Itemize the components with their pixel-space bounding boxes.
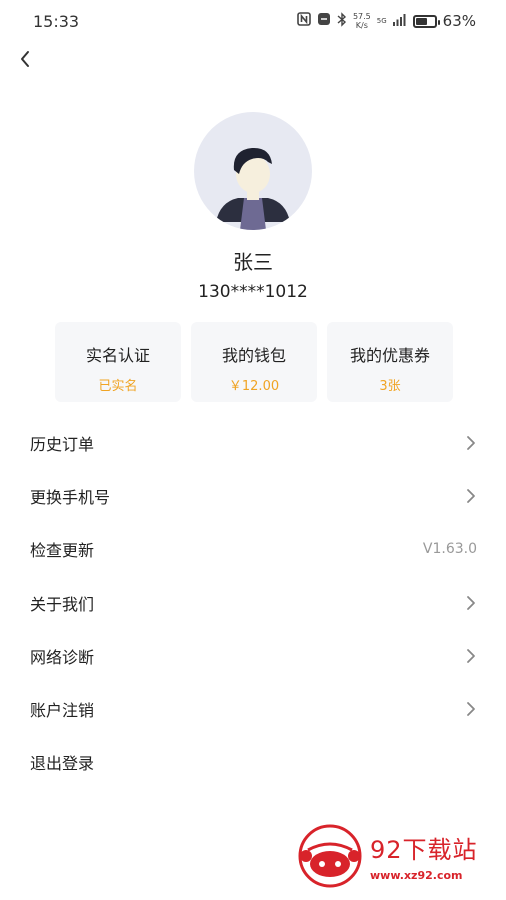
net-speed: 57.5 K/s <box>353 12 371 30</box>
chevron-right-icon <box>465 700 477 718</box>
menu-item-order-history[interactable]: 历史订单 <box>30 423 477 463</box>
user-avatar-icon <box>216 147 290 230</box>
chevron-right-icon <box>465 594 477 612</box>
quick-cards: 实名认证 已实名 我的钱包 ￥12.00 我的优惠券 3张 <box>55 322 453 402</box>
avatar[interactable] <box>194 112 312 230</box>
signal-type: 5G <box>376 16 387 25</box>
status-time: 15:33 <box>33 11 80 31</box>
menu-item-about-us[interactable]: 关于我们 <box>30 583 477 623</box>
coupons-card[interactable]: 我的优惠券 3张 <box>327 322 453 402</box>
status-icons: 57.5 K/s 5G 63% <box>297 11 476 31</box>
card-value: 已实名 <box>98 379 138 394</box>
menu-item-check-update[interactable]: 检查更新 V1.63.0 <box>30 529 477 569</box>
battery-icon <box>412 14 440 28</box>
menu-label: 更换手机号 <box>30 488 111 507</box>
watermark-url: www.xz92.com <box>370 869 463 882</box>
card-title: 我的钱包 <box>221 346 286 365</box>
chevron-right-icon <box>465 487 477 505</box>
gamepad-logo-icon <box>298 824 362 888</box>
menu-label: 检查更新 <box>30 541 95 560</box>
card-value: 3张 <box>379 379 401 394</box>
chevron-right-icon <box>465 647 477 665</box>
verification-card[interactable]: 实名认证 已实名 <box>55 322 181 402</box>
version-value: V1.63.0 <box>422 541 477 557</box>
back-button[interactable] <box>14 46 36 72</box>
card-title: 我的优惠券 <box>349 346 430 365</box>
card-title: 实名认证 <box>85 346 150 365</box>
battery-fill <box>415 17 427 25</box>
watermark-text: 92下载站 www.xz92.com <box>370 830 478 882</box>
nfc-icon <box>297 12 311 30</box>
menu-label: 退出登录 <box>30 754 95 773</box>
signal-icon <box>392 12 407 30</box>
menu-label: 历史订单 <box>30 435 95 454</box>
card-value: ￥12.00 <box>228 379 280 394</box>
menu-item-change-phone[interactable]: 更换手机号 <box>30 476 477 516</box>
watermark: 92下载站 www.xz92.com <box>290 812 506 900</box>
menu-item-network-diagnosis[interactable]: 网络诊断 <box>30 636 477 676</box>
menu-item-delete-account[interactable]: 账户注销 <box>30 689 477 729</box>
user-name: 张三 <box>233 250 273 274</box>
menu-label: 账户注销 <box>30 701 95 720</box>
status-bar: 15:33 57.5 K/s 5G 63% <box>0 0 506 42</box>
menu-item-logout[interactable]: 退出登录 <box>30 742 477 782</box>
menu-label: 关于我们 <box>30 595 95 614</box>
net-speed-value: 57.5 <box>352 12 371 21</box>
watermark-title: 92下载站 <box>370 836 478 864</box>
user-phone: 130****1012 <box>198 282 308 302</box>
net-speed-unit: K/s <box>355 21 368 30</box>
vibrate-icon <box>317 12 331 30</box>
bluetooth-icon <box>337 11 347 31</box>
chevron-left-icon <box>21 51 29 67</box>
menu-label: 网络诊断 <box>30 648 95 667</box>
chevron-right-icon <box>465 434 477 452</box>
wallet-card[interactable]: 我的钱包 ￥12.00 <box>191 322 317 402</box>
battery-percent: 63% <box>442 12 476 30</box>
